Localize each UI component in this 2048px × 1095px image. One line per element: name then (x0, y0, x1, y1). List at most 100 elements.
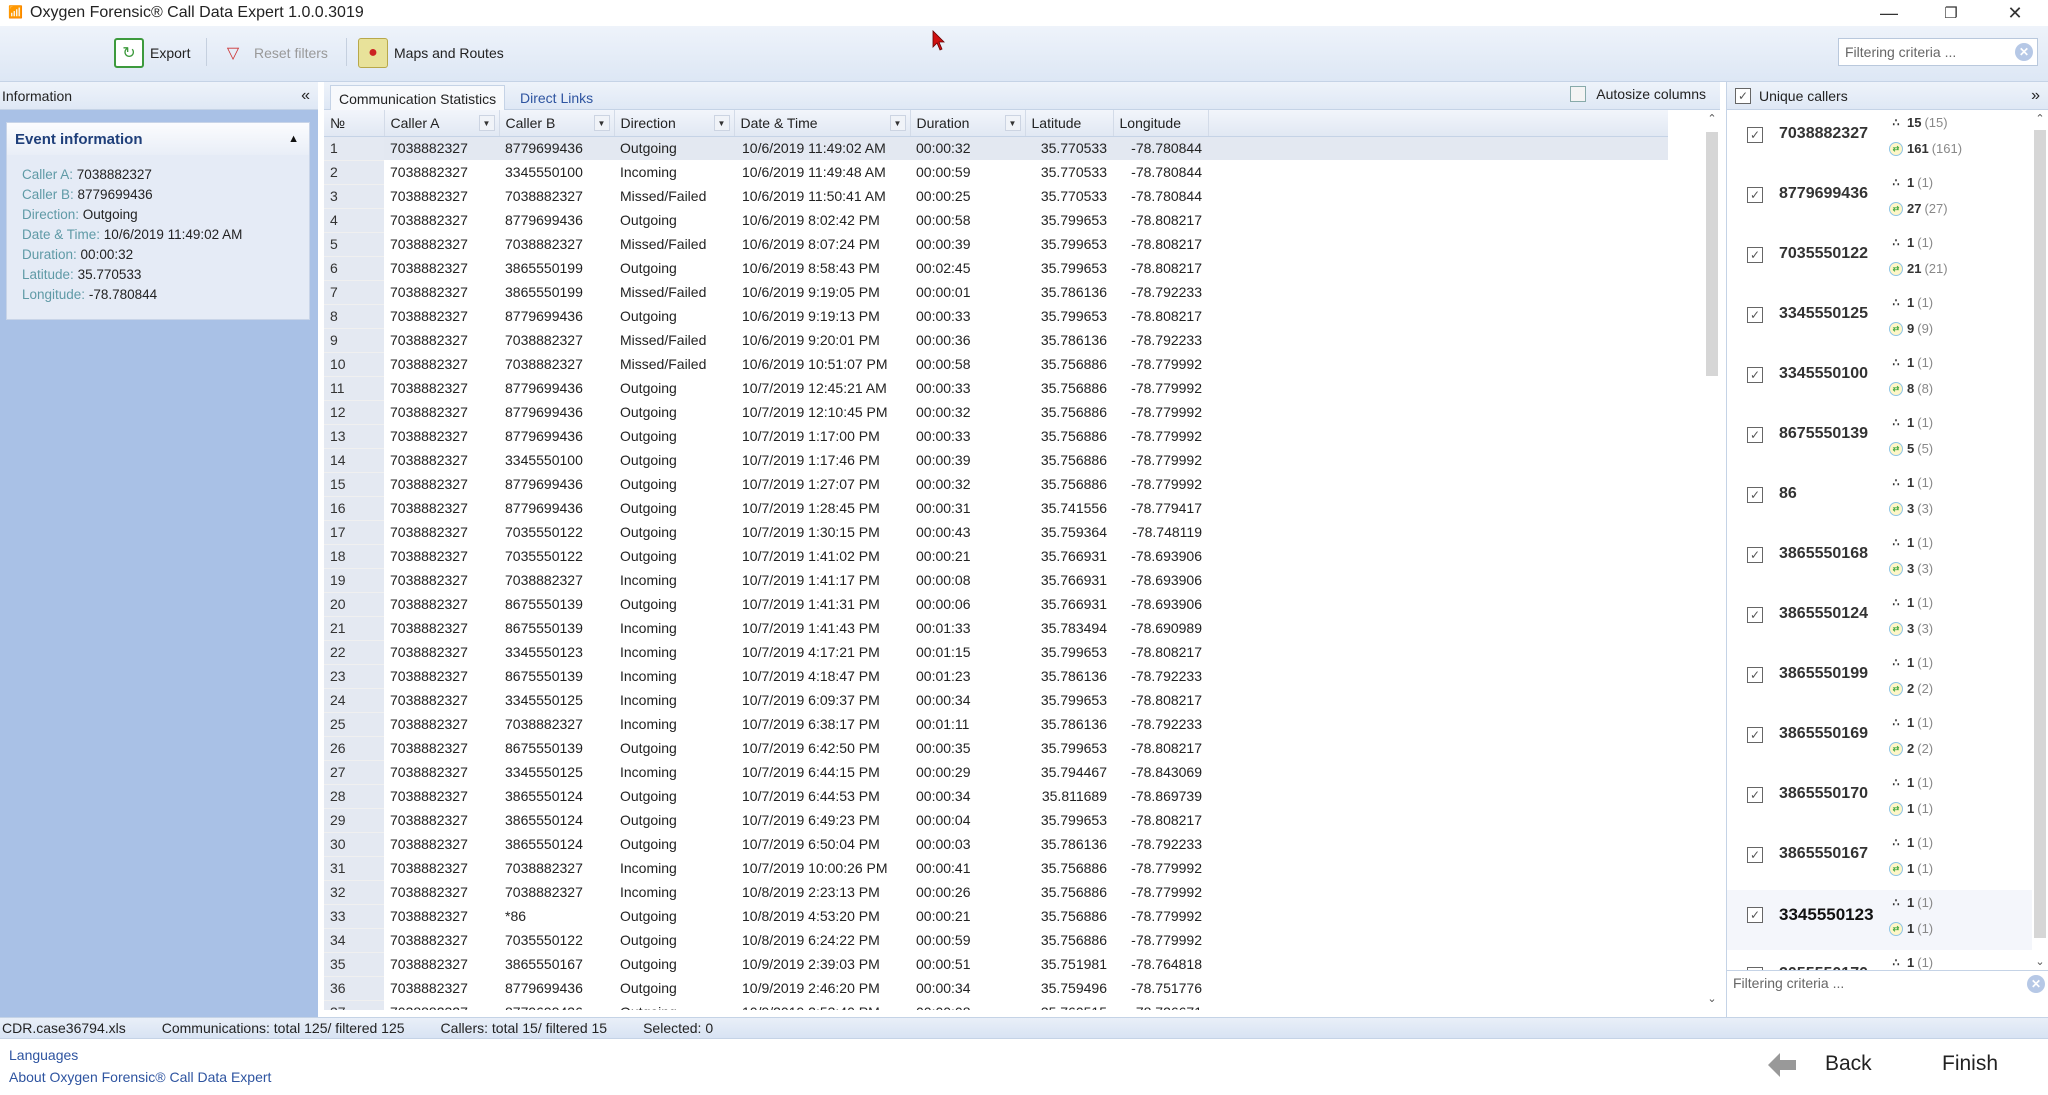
minimize-button[interactable]: — (1866, 0, 1912, 26)
caller-item[interactable]: ✓ 3865550199 ∴ 1 (1) ⇄ 2 (2) (1727, 650, 2033, 710)
callers-filter-input[interactable]: Filtering criteria ... ✕ (1727, 970, 2048, 996)
table-row[interactable]: 20 7038882327 8675550139 Outgoing 10/7/2019 … (324, 592, 1668, 617)
table-row[interactable]: 4 7038882327 8779699436 Outgoing 10/6/2019 8… (324, 208, 1668, 233)
caller-item[interactable]: ✓ 3865550124 ∴ 1 (1) ⇄ 3 (3) (1727, 590, 2033, 650)
table-row[interactable]: 8 7038882327 8779699436 Outgoing 10/6/2019 9… (324, 304, 1668, 329)
caller-item[interactable]: ✓ 8675550139 ∴ 1 (1) ⇄ 5 (5) (1727, 410, 2033, 470)
table-row[interactable]: 19 7038882327 7038882327 Incoming 10/7/2019 … (324, 568, 1668, 593)
header-col-date-time[interactable]: Date & Time ▼ (734, 110, 911, 137)
caller-checkbox[interactable]: ✓ (1747, 487, 1763, 503)
table-row[interactable]: 10 7038882327 7038882327 Missed/Failed 10/6/… (324, 352, 1668, 377)
reset-filters-button[interactable]: ▽ Reset filters (218, 34, 328, 72)
column-filter-dropdown-icon[interactable]: ▼ (1004, 115, 1021, 131)
clear-filter-icon[interactable]: ✕ (2027, 975, 2045, 993)
tab-direct-links[interactable]: Direct Links (512, 85, 601, 110)
column-filter-dropdown-icon[interactable]: ▼ (593, 115, 610, 131)
restore-button[interactable]: ❐ (1928, 0, 1974, 26)
caller-item[interactable]: ✓ 3345550100 ∴ 1 (1) ⇄ 8 (8) (1727, 350, 2033, 410)
collapse-up-icon[interactable]: ▲ (288, 133, 299, 145)
table-row[interactable]: 24 7038882327 3345550125 Incoming 10/7/2019 … (324, 688, 1668, 713)
table-row[interactable]: 13 7038882327 8779699436 Outgoing 10/7/2019 … (324, 424, 1668, 449)
table-row[interactable]: 34 7038882327 7035550122 Outgoing 10/8/2019 … (324, 928, 1668, 953)
close-button[interactable]: ✕ (1992, 0, 2038, 26)
caller-item[interactable]: ✓ 3865550167 ∴ 1 (1) ⇄ 1 (1) (1727, 830, 2033, 890)
caller-checkbox[interactable]: ✓ (1747, 427, 1763, 443)
languages-link[interactable]: Languages (9, 1047, 78, 1063)
table-row[interactable]: 11 7038882327 8779699436 Outgoing 10/7/2019 … (324, 376, 1668, 401)
table-row[interactable]: 12 7038882327 8779699436 Outgoing 10/7/2019 … (324, 400, 1668, 425)
table-row[interactable]: 17 7038882327 7035550122 Outgoing 10/7/2019 … (324, 520, 1668, 545)
table-row[interactable]: 36 7038882327 8779699436 Outgoing 10/9/2019 … (324, 976, 1668, 1001)
table-row[interactable]: 26 7038882327 8675550139 Outgoing 10/7/2019 … (324, 736, 1668, 761)
header-col-duration[interactable]: Duration ▼ (910, 110, 1026, 137)
table-row[interactable]: 28 7038882327 3865550124 Outgoing 10/7/2019 … (324, 784, 1668, 809)
finish-button[interactable]: Finish (1942, 1052, 1998, 1076)
scroll-down-icon[interactable]: ⌄ (2032, 955, 2048, 968)
caller-item[interactable]: ✓ 3865550170 ∴ 1 (1) ⇄ 1 (1) (1727, 770, 2033, 830)
header-col-number[interactable]: № (324, 110, 385, 137)
scrollbar-thumb[interactable] (2034, 130, 2046, 938)
callers-scrollbar[interactable]: ⌃ ⌄ (2032, 110, 2048, 970)
caller-checkbox[interactable]: ✓ (1747, 247, 1763, 263)
header-col-caller-b[interactable]: Caller B ▼ (499, 110, 615, 137)
table-row[interactable]: 31 7038882327 7038882327 Incoming 10/7/2019 … (324, 856, 1668, 881)
table-row[interactable]: 3 7038882327 7038882327 Missed/Failed 10/6/2… (324, 184, 1668, 209)
event-information-header[interactable]: Event information ▲ (7, 123, 309, 155)
caller-item[interactable]: ✓ 3865550168 ∴ 1 (1) ⇄ 3 (3) (1727, 530, 2033, 590)
caller-checkbox[interactable]: ✓ (1747, 787, 1763, 803)
expand-panel-icon[interactable]: » (2031, 87, 2040, 105)
table-row[interactable]: 15 7038882327 8779699436 Outgoing 10/7/2019 … (324, 472, 1668, 497)
export-button[interactable]: ↻ Export (114, 34, 190, 72)
table-row[interactable]: 7 7038882327 3865550199 Missed/Failed 10/6/2… (324, 280, 1668, 305)
caller-item[interactable]: ✓ 7035550122 ∴ 1 (1) ⇄ 21 (21) (1727, 230, 2033, 290)
table-row[interactable]: 2 7038882327 3345550100 Incoming 10/6/2019 1… (324, 160, 1668, 185)
caller-checkbox[interactable]: ✓ (1747, 307, 1763, 323)
table-row[interactable]: 33 7038882327 *86 Outgoing 10/8/2019 4:53:20… (324, 904, 1668, 929)
caller-checkbox[interactable]: ✓ (1747, 607, 1763, 623)
column-filter-dropdown-icon[interactable]: ▼ (713, 115, 730, 131)
scroll-up-icon[interactable]: ⌃ (2032, 112, 2048, 125)
caller-checkbox[interactable]: ✓ (1747, 667, 1763, 683)
tab-communication-statistics[interactable]: Communication Statistics (330, 85, 506, 110)
grid-scrollbar[interactable]: ⌃ ⌄ (1704, 110, 1720, 1010)
maps-routes-button[interactable]: ● Maps and Routes (358, 34, 504, 72)
caller-item[interactable]: ✓ 3345550123 ∴ 1 (1) ⇄ 1 (1) (1727, 890, 2033, 950)
table-row[interactable]: 3770388823278779699436Outgoing10/9/2019 … (324, 1000, 1668, 1010)
autosize-columns-button[interactable]: Autosize columns (1570, 86, 1706, 102)
table-row[interactable]: 29 7038882327 3865550124 Outgoing 10/7/2019 … (324, 808, 1668, 833)
caller-item[interactable]: ✓ 3865550169 ∴ 1 (1) ⇄ 2 (2) (1727, 710, 2033, 770)
caller-checkbox[interactable]: ✓ (1747, 907, 1763, 923)
table-row[interactable]: 14 7038882327 3345550100 Outgoing 10/7/2019 … (324, 448, 1668, 473)
caller-item[interactable]: ✓ 3345550125 ∴ 1 (1) ⇄ 9 (9) (1727, 290, 2033, 350)
scrollbar-thumb[interactable] (1706, 132, 1718, 376)
table-row[interactable]: 35 7038882327 3865550167 Outgoing 10/9/2019 … (324, 952, 1668, 977)
table-row[interactable]: 32 7038882327 7038882327 Incoming 10/8/2019 … (324, 880, 1668, 905)
table-row[interactable]: 16 7038882327 8779699436 Outgoing 10/7/2019 … (324, 496, 1668, 521)
table-row[interactable]: 30 7038882327 3865550124 Outgoing 10/7/2019 … (324, 832, 1668, 857)
header-col-latitude[interactable]: Latitude (1025, 110, 1114, 137)
collapse-panel-icon[interactable]: « (301, 87, 310, 105)
caller-item[interactable]: ✓ 86 ∴ 1 (1) ⇄ 3 (3) (1727, 470, 2033, 530)
table-row[interactable]: 5 7038882327 7038882327 Missed/Failed 10/6/2… (324, 232, 1668, 257)
table-row[interactable]: 6 7038882327 3865550199 Outgoing 10/6/2019 8… (324, 256, 1668, 281)
caller-checkbox[interactable]: ✓ (1747, 367, 1763, 383)
column-filter-dropdown-icon[interactable]: ▼ (889, 115, 906, 131)
caller-checkbox[interactable]: ✓ (1747, 187, 1763, 203)
select-all-checkbox[interactable]: ✓ (1735, 87, 1751, 104)
global-filter-input[interactable]: Filtering criteria ... ✕ (1838, 38, 2038, 66)
caller-checkbox[interactable]: ✓ (1747, 127, 1763, 143)
header-col-direction[interactable]: Direction ▼ (614, 110, 735, 137)
table-row[interactable]: 23 7038882327 8675550139 Incoming 10/7/2019 … (324, 664, 1668, 689)
caller-checkbox[interactable]: ✓ (1747, 727, 1763, 743)
back-arrow-icon[interactable] (1768, 1053, 1798, 1077)
caller-item[interactable]: ✓ 7038882327 ∴ 15 (15) ⇄ 161 (161) (1727, 110, 2033, 170)
clear-filter-icon[interactable]: ✕ (2015, 43, 2033, 61)
scroll-down-icon[interactable]: ⌄ (1704, 992, 1720, 1008)
header-col-caller-a[interactable]: Caller A ▼ (384, 110, 500, 137)
table-row[interactable]: 9 7038882327 7038882327 Missed/Failed 10/6/2… (324, 328, 1668, 353)
caller-checkbox[interactable]: ✓ (1747, 547, 1763, 563)
caller-item[interactable]: ✓2055550170∴1(1) (1727, 950, 2033, 970)
caller-item[interactable]: ✓ 8779699436 ∴ 1 (1) ⇄ 27 (27) (1727, 170, 2033, 230)
back-button[interactable]: Back (1825, 1052, 1872, 1076)
table-row[interactable]: 22 7038882327 3345550123 Incoming 10/7/2019 … (324, 640, 1668, 665)
